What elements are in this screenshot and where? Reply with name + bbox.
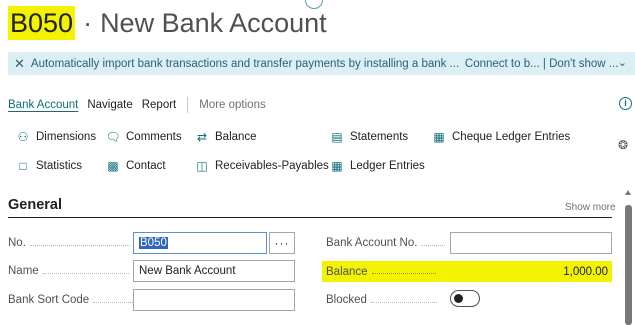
action-receivables-payables[interactable]: ◫ Receivables-Payables (195, 158, 329, 174)
field-label-bank-sort-code-text: Bank Sort Code (8, 294, 90, 306)
action-statistics-label: Statistics (36, 160, 83, 172)
statements-icon: ▤ (331, 130, 343, 144)
action-ledger-entries-label: Ledger Entries (350, 160, 425, 172)
action-cheque-ledger-entries-label: Cheque Ledger Entries (452, 131, 571, 143)
action-contact[interactable]: ▩ Contact (106, 158, 166, 174)
field-label-name-text: Name (8, 265, 39, 277)
pin-icon[interactable]: ❂ (618, 138, 628, 152)
label-dots (42, 272, 129, 274)
toggle-knob (454, 294, 463, 303)
field-label-blocked: Blocked (326, 294, 437, 306)
assist-edit-button[interactable]: ··· (269, 232, 295, 254)
scrollbar[interactable] (625, 205, 632, 325)
name-field[interactable]: New Bank Account (133, 260, 295, 282)
action-statistics[interactable]: □ Statistics (16, 158, 82, 174)
banner-message: Automatically import bank transactions a… (30, 57, 460, 70)
action-comments[interactable]: 🗨 Comments (105, 129, 182, 145)
page-title-name: New Bank Account (100, 8, 327, 38)
field-label-blocked-text: Blocked (326, 294, 367, 306)
action-statements-label: Statements (350, 131, 409, 143)
action-receivables-payables-label: Receivables-Payables (215, 160, 329, 172)
no-field-value: B050 (139, 237, 168, 249)
scroll-up-arrow[interactable] (625, 190, 631, 195)
field-label-no: No. (8, 237, 130, 249)
show-more-link[interactable]: Show more (565, 202, 616, 213)
menu-bank-account[interactable]: Bank Account (8, 99, 78, 111)
ledger-entries-icon: ▦ (331, 159, 343, 173)
bank-account-no-field[interactable] (450, 232, 612, 254)
label-dots (371, 273, 436, 274)
balance-icon: ⇄ (196, 130, 208, 144)
blocked-toggle[interactable] (450, 290, 480, 307)
menu-divider (187, 97, 189, 113)
field-label-balance: Balance (322, 261, 450, 282)
no-field[interactable]: B050 (133, 232, 267, 254)
notification-banner: ✕ Automatically import bank transactions… (8, 52, 635, 75)
menu-report[interactable]: Report (142, 99, 177, 111)
action-statements[interactable]: ▤ Statements (330, 129, 408, 145)
statistics-icon: □ (19, 159, 27, 173)
menu-more-options[interactable]: More options (199, 99, 265, 111)
action-balance-label: Balance (215, 131, 257, 143)
balance-value[interactable]: 1,000.00 (450, 261, 612, 282)
label-dots (93, 301, 134, 303)
field-label-bank-account-no: Bank Account No. (326, 237, 446, 249)
field-label-name: Name (8, 265, 129, 277)
action-menu: Bank Account Navigate Report More option… (8, 97, 275, 113)
page-title-code: B050 (8, 6, 76, 40)
label-dots (29, 244, 130, 246)
action-cheque-ledger-entries[interactable]: ▦ Cheque Ledger Entries (432, 129, 570, 145)
section-divider (8, 217, 612, 218)
action-contact-label: Contact (126, 160, 166, 172)
action-dimensions-label: Dimensions (36, 131, 97, 143)
page-title-separator: · (83, 8, 93, 38)
dimensions-icon: ⚇ (17, 130, 29, 144)
page-title: B050 · New Bank Account (8, 6, 327, 44)
field-label-bank-sort-code: Bank Sort Code (8, 294, 134, 306)
name-field-value: New Bank Account (139, 265, 236, 277)
receivables-payables-icon: ◫ (196, 159, 208, 173)
banner-link[interactable]: Connect to b... | Don't show ... (465, 58, 618, 70)
action-balance[interactable]: ⇄ Balance (195, 129, 257, 145)
chevron-down-icon[interactable]: ⌄ (618, 56, 627, 69)
field-label-bank-account-no-text: Bank Account No. (326, 237, 418, 249)
comment-icon: 🗨 (105, 130, 121, 144)
label-dots (421, 244, 446, 246)
label-dots (370, 301, 437, 303)
bank-sort-code-field[interactable] (133, 289, 295, 311)
action-ledger-entries[interactable]: ▦ Ledger Entries (330, 158, 425, 174)
info-icon[interactable]: i (619, 97, 632, 110)
menu-navigate[interactable]: Navigate (87, 99, 132, 111)
cheque-ledger-icon: ▦ (433, 130, 445, 144)
field-label-balance-text: Balance (326, 265, 368, 278)
section-title-general[interactable]: General (8, 197, 62, 213)
contact-icon: ▩ (107, 159, 119, 173)
field-label-no-text: No. (8, 237, 26, 249)
close-icon[interactable]: ✕ (14, 56, 25, 72)
action-dimensions[interactable]: ⚇ Dimensions (16, 129, 96, 145)
action-comments-label: Comments (126, 131, 182, 143)
